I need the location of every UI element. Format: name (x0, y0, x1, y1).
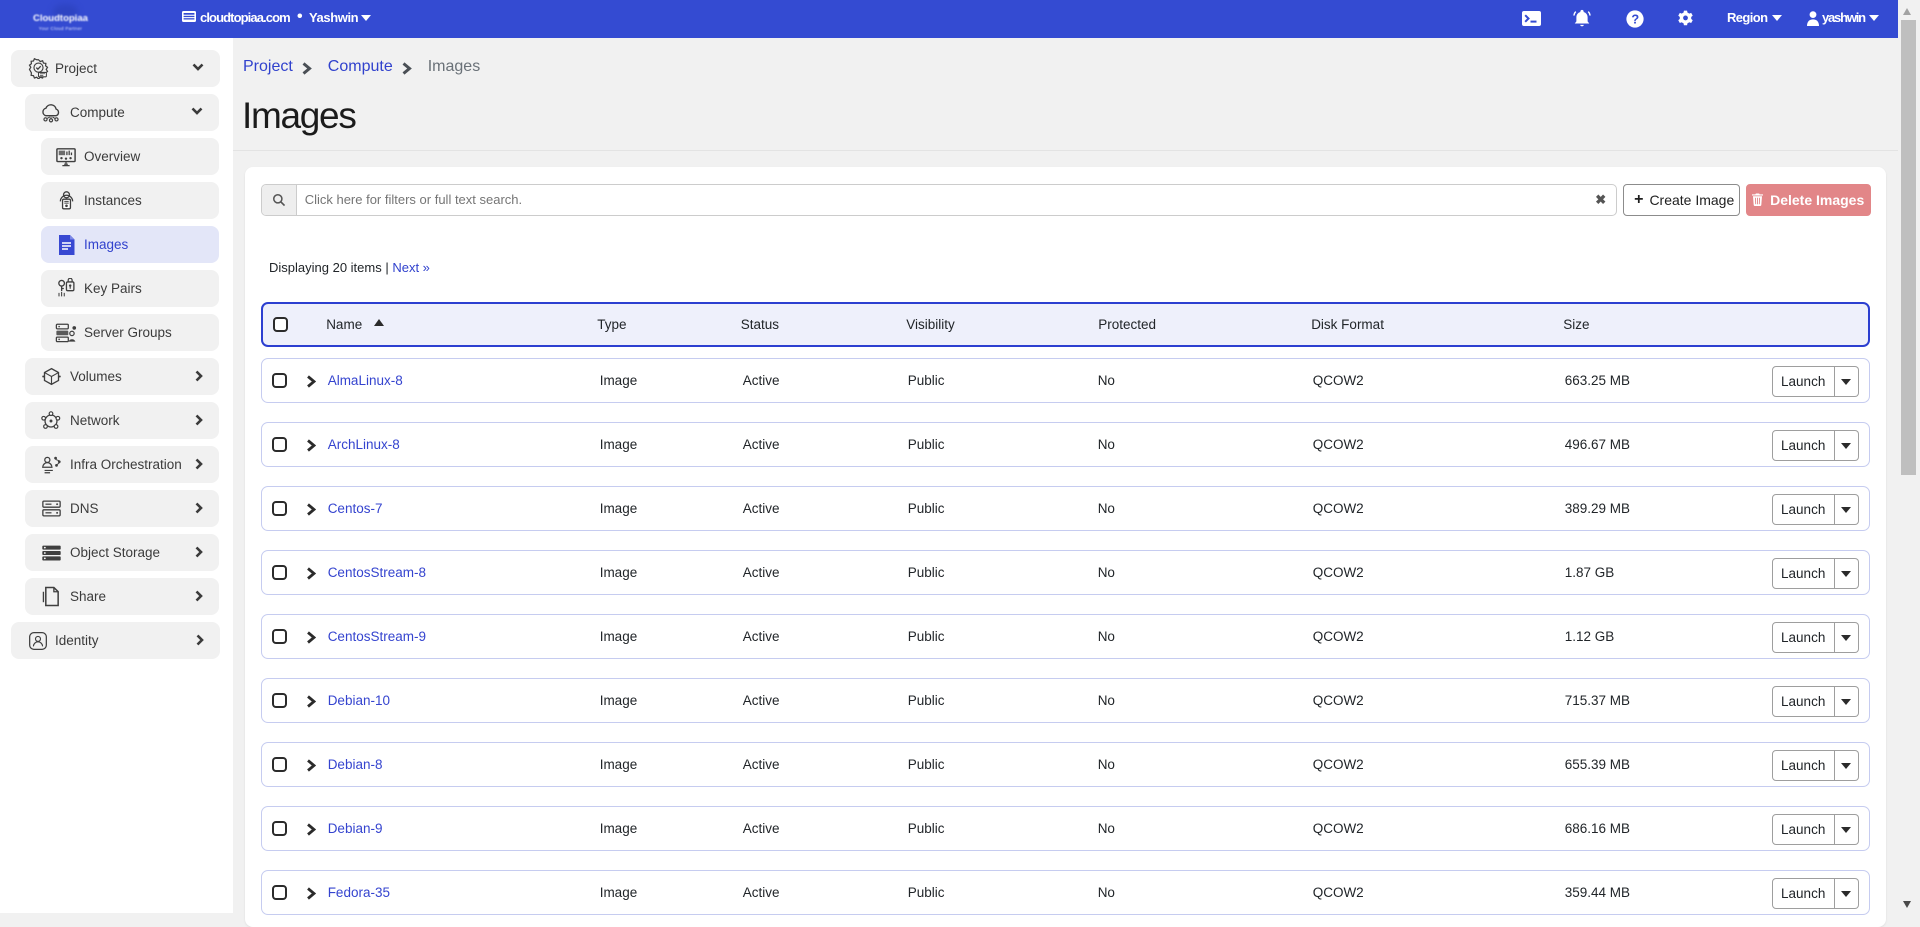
svg-text:?: ? (1631, 11, 1639, 26)
